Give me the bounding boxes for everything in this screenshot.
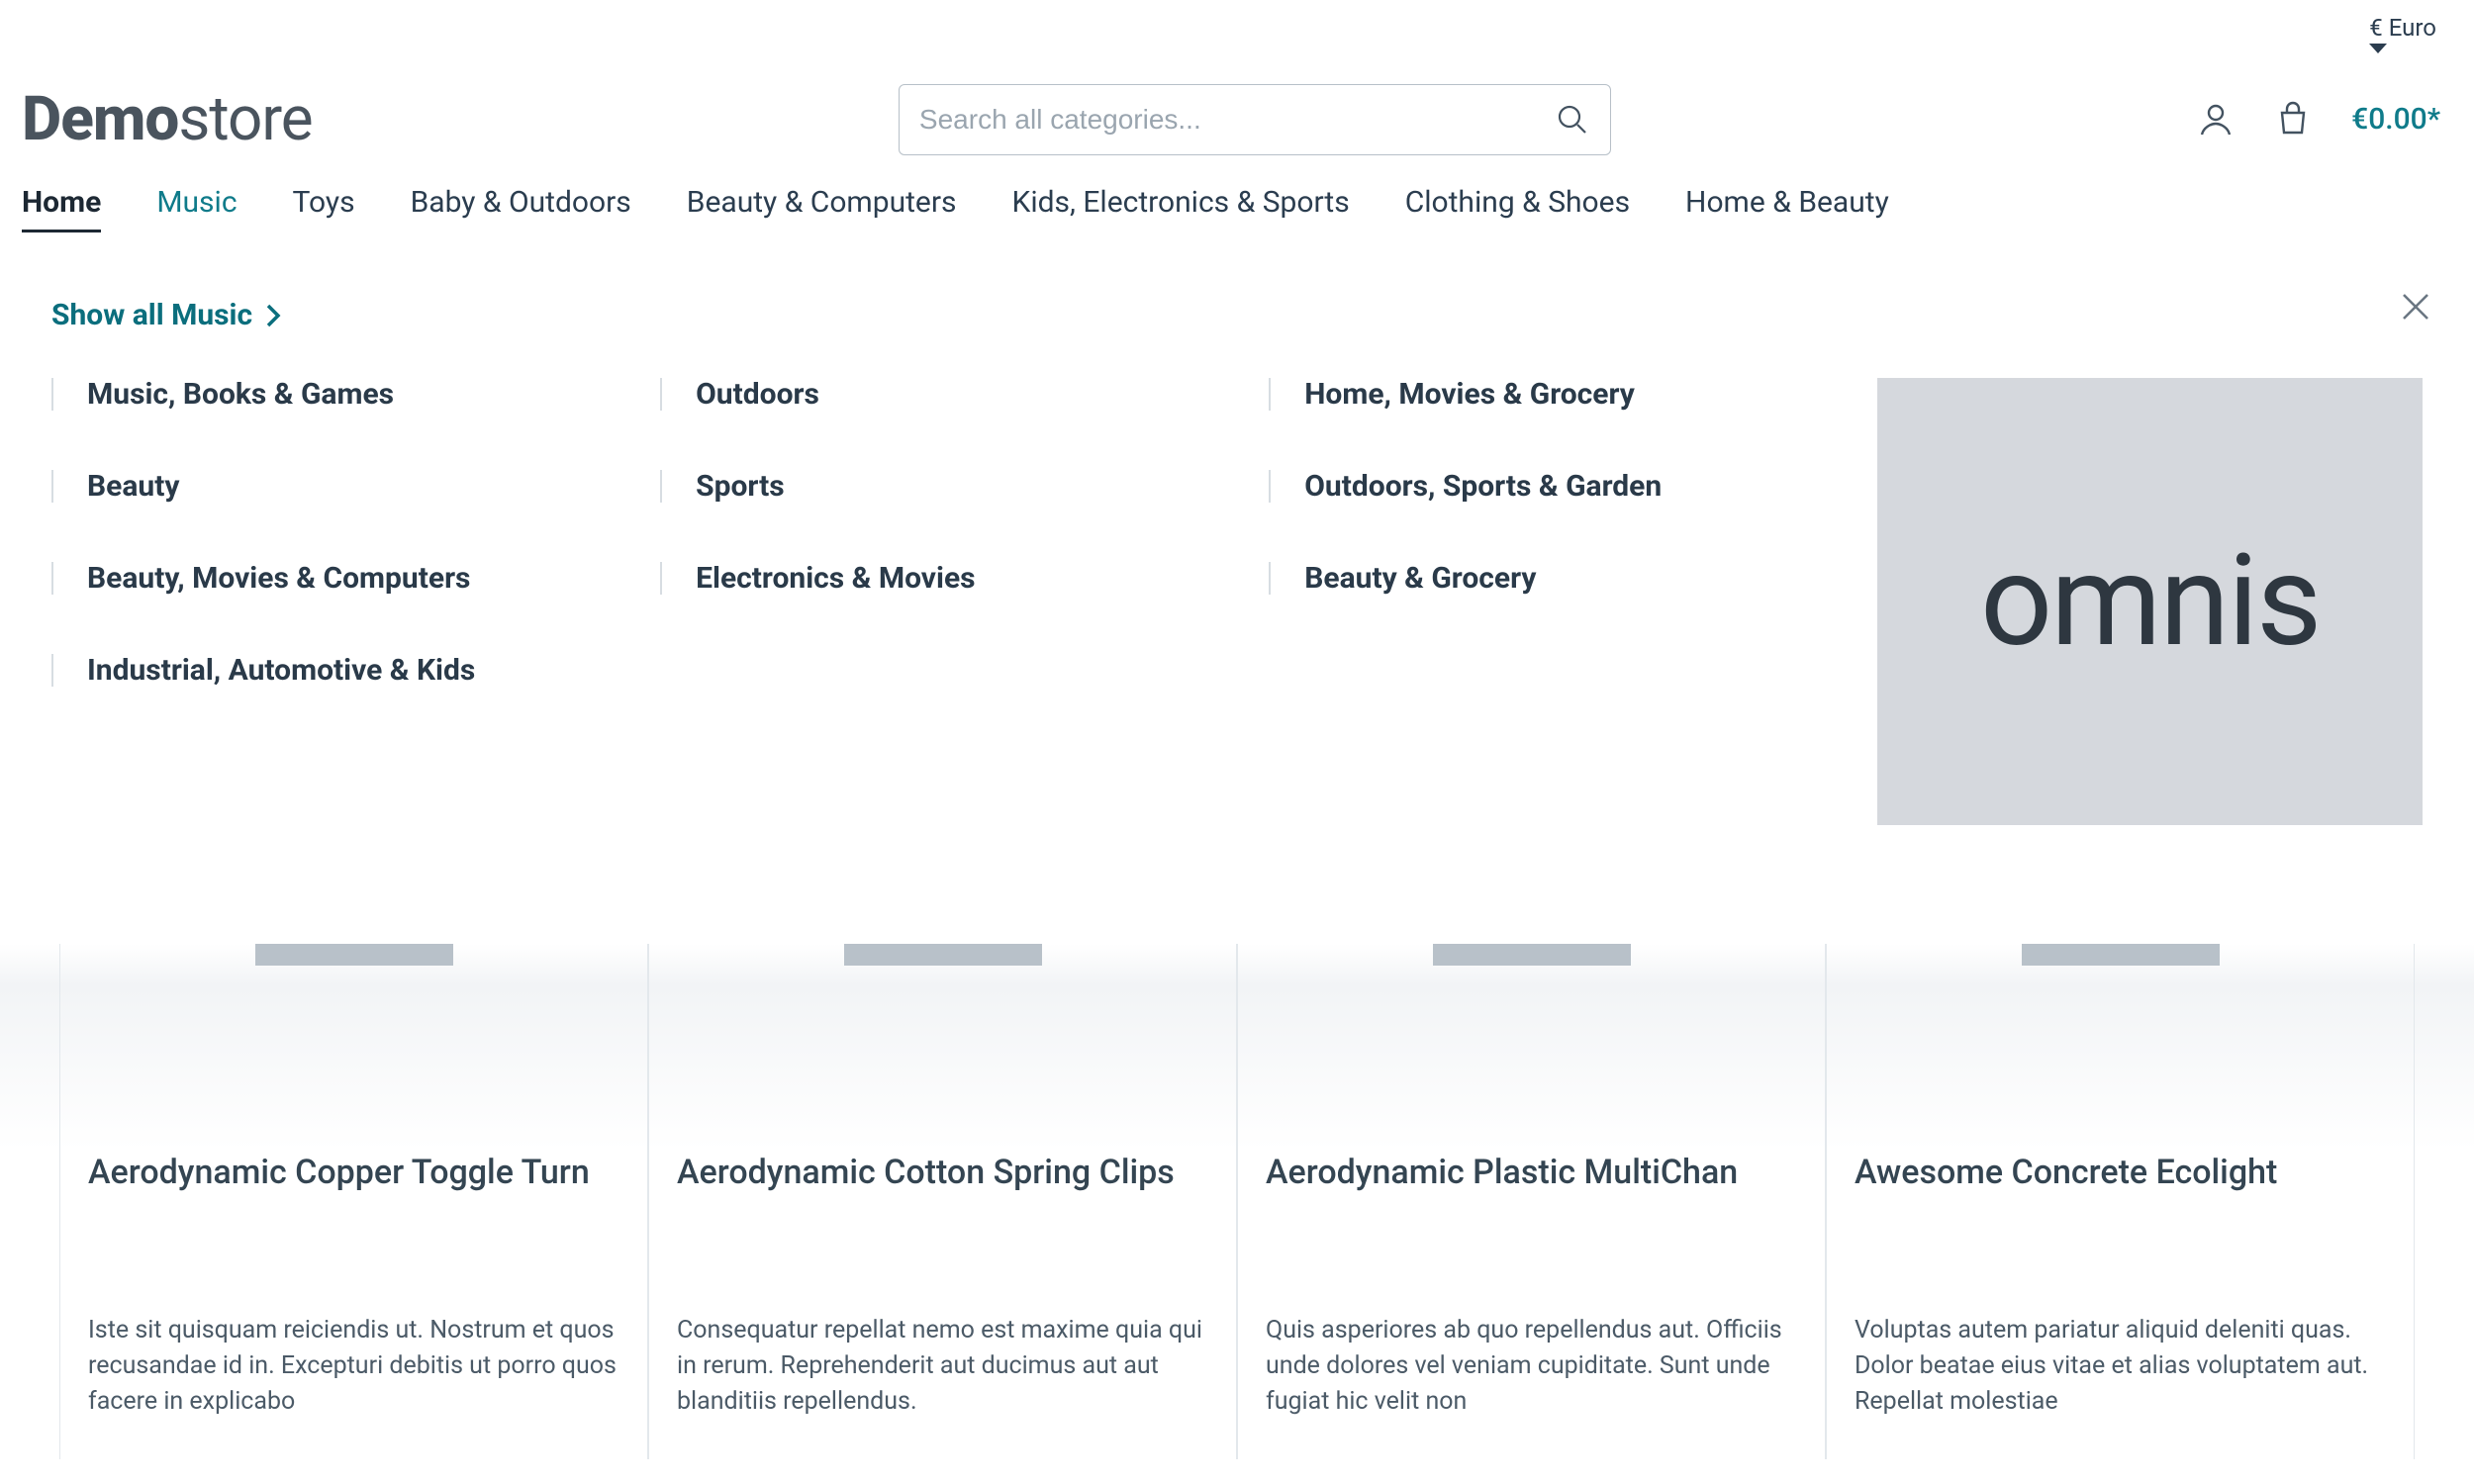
product-card[interactable]: Aerodynamic Cotton Spring Clips Consequa… [648, 944, 1237, 1459]
mega-link[interactable]: Music, Books & Games [51, 378, 660, 411]
mega-menu: Show all Music Music, Books & Games Beau… [0, 252, 2474, 894]
product-title: Awesome Concrete Ecolight [1855, 1152, 2386, 1194]
cart-amount[interactable]: €0.00* [2351, 102, 2440, 137]
mega-link[interactable]: Beauty, Movies & Computers [51, 562, 660, 595]
mega-col-1: Music, Books & Games Beauty Beauty, Movi… [51, 378, 660, 687]
mega-col-2: Outdoors Sports Electronics & Movies [660, 378, 1269, 595]
nav-item-kids-electronics[interactable]: Kids, Electronics & Sports [1012, 185, 1350, 232]
close-mega-button[interactable] [2401, 292, 2430, 322]
account-icon[interactable] [2197, 101, 2235, 139]
product-title: Aerodynamic Copper Toggle Turn [88, 1152, 619, 1194]
mega-link[interactable]: Beauty [51, 470, 660, 503]
close-icon [2401, 292, 2430, 322]
show-all-music-link[interactable]: Show all Music [51, 298, 282, 332]
search-box[interactable] [899, 84, 1611, 155]
chevron-right-icon [264, 303, 282, 328]
mega-link[interactable]: Beauty & Grocery [1269, 562, 1877, 595]
product-image-placeholder [1855, 944, 2386, 983]
nav-item-toys[interactable]: Toys [293, 185, 355, 232]
product-image-placeholder [88, 944, 619, 983]
mega-banner[interactable]: omnis [1877, 378, 2423, 825]
currency-label: € Euro [2369, 14, 2436, 42]
product-desc: Quis asperiores ab quo repellendus aut. … [1266, 1313, 1797, 1421]
nav-item-baby-outdoors[interactable]: Baby & Outdoors [411, 185, 631, 232]
currency-selector[interactable]: € Euro [2369, 14, 2444, 53]
nav-item-music[interactable]: Music [156, 185, 237, 232]
product-desc: Consequatur repellat nemo est maxime qui… [677, 1313, 1208, 1421]
store-logo[interactable]: Demostore [22, 83, 313, 155]
product-desc: Iste sit quisquam reiciendis ut. Nostrum… [88, 1313, 619, 1421]
nav-item-home-beauty[interactable]: Home & Beauty [1685, 185, 1889, 232]
product-card[interactable]: Aerodynamic Copper Toggle Turn Iste sit … [59, 944, 648, 1459]
search-input[interactable] [919, 104, 1590, 136]
mega-link[interactable]: Outdoors [660, 378, 1269, 411]
product-desc: Voluptas autem pariatur aliquid deleniti… [1855, 1313, 2386, 1421]
show-all-label: Show all Music [51, 298, 252, 332]
caret-down-icon [2369, 42, 2444, 53]
search-icon[interactable] [1557, 104, 1588, 136]
product-card[interactable]: Aerodynamic Plastic MultiChan Quis asper… [1237, 944, 1826, 1459]
mega-banner-text: omnis [1980, 527, 2320, 676]
mega-link[interactable]: Sports [660, 470, 1269, 503]
mega-link[interactable]: Outdoors, Sports & Garden [1269, 470, 1877, 503]
logo-bold: Demo [22, 83, 178, 155]
logo-light: store [178, 83, 312, 155]
nav-item-beauty-computers[interactable]: Beauty & Computers [687, 185, 957, 232]
product-list: Aerodynamic Copper Toggle Turn Iste sit … [0, 944, 2474, 1459]
nav-item-clothing-shoes[interactable]: Clothing & Shoes [1405, 185, 1630, 232]
product-card[interactable]: Awesome Concrete Ecolight Voluptas autem… [1826, 944, 2415, 1459]
product-image-placeholder [677, 944, 1208, 983]
product-title: Aerodynamic Cotton Spring Clips [677, 1152, 1208, 1194]
mega-link[interactable]: Industrial, Automotive & Kids [51, 654, 660, 687]
main-nav: Home Music Toys Baby & Outdoors Beauty &… [0, 185, 2474, 252]
product-title: Aerodynamic Plastic MultiChan [1266, 1152, 1797, 1194]
product-image-placeholder [1266, 944, 1797, 983]
nav-item-home[interactable]: Home [22, 185, 101, 232]
cart-icon[interactable] [2274, 101, 2312, 139]
mega-link[interactable]: Electronics & Movies [660, 562, 1269, 595]
mega-link[interactable]: Home, Movies & Grocery [1269, 378, 1877, 411]
mega-col-3: Home, Movies & Grocery Outdoors, Sports … [1269, 378, 1877, 595]
